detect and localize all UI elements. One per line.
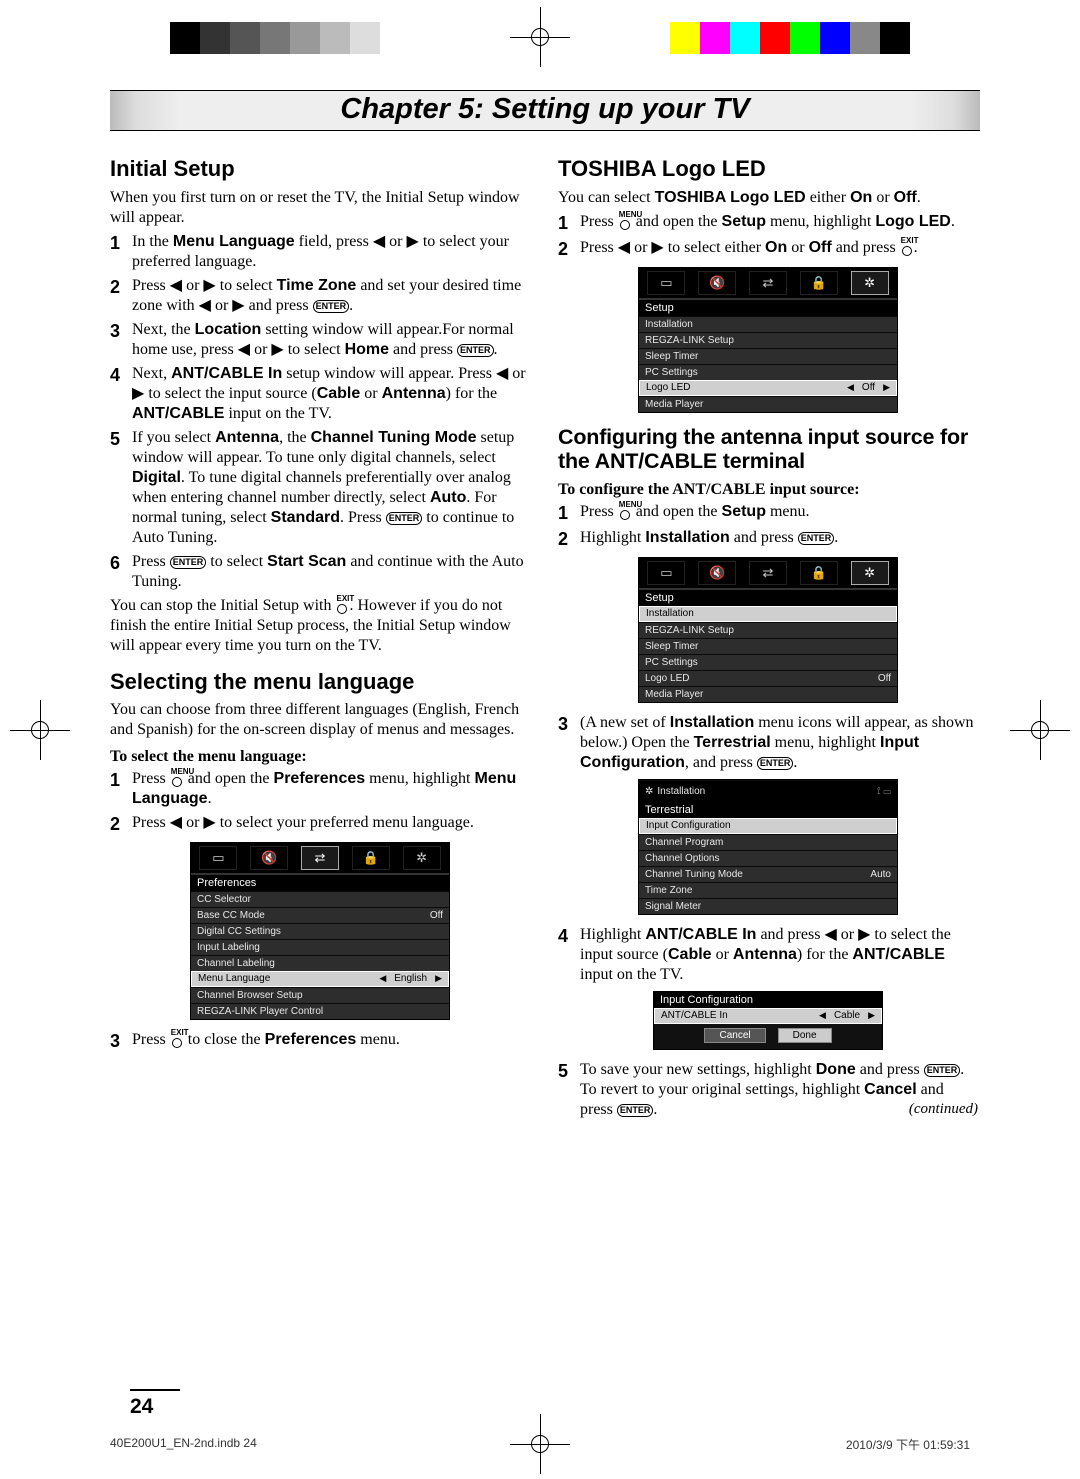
antenna-step-3: 3(A new set of Installation menu icons w… <box>558 713 978 773</box>
initial-setup-intro: When you first turn on or reset the TV, … <box>110 188 530 228</box>
heading-logo-led: TOSHIBA Logo LED <box>558 157 978 182</box>
enter-icon: ENTER <box>924 1064 961 1077</box>
chapter-title: Chapter 5: Setting up your TV <box>340 93 749 125</box>
footer-file: 40E200U1_EN-2nd.indb 24 <box>110 1436 257 1453</box>
page-number: 24 <box>130 1389 180 1419</box>
color-calibration-bar <box>0 18 1080 58</box>
footer: 40E200U1_EN-2nd.indb 24 2010/3/9 下午 01:5… <box>110 1436 970 1453</box>
footer-timestamp: 2010/3/9 下午 01:59:31 <box>846 1436 970 1453</box>
heading-menu-language: Selecting the menu language <box>110 670 530 695</box>
enter-icon: ENTER <box>170 556 207 569</box>
menu-icon: MENU <box>170 769 184 787</box>
continued-label: (continued) <box>909 1100 978 1119</box>
sub-select-menu-language: To select the menu language: <box>110 748 530 766</box>
enter-icon: ENTER <box>798 532 835 545</box>
enter-icon: ENTER <box>313 300 350 313</box>
osd-input-configuration: Input ConfigurationANT/CABLE In◀Cable▶Ca… <box>653 991 883 1050</box>
exit-icon: EXIT <box>335 596 349 614</box>
menu-icon: MENU <box>618 212 632 230</box>
enter-icon: ENTER <box>617 1104 654 1117</box>
osd-preferences: ▭🔇⇄🔒✲PreferencesCC SelectorBase CC ModeO… <box>190 842 450 1020</box>
exit-icon: EXIT <box>900 238 914 256</box>
enter-icon: ENTER <box>457 344 494 357</box>
heading-initial-setup: Initial Setup <box>110 157 530 182</box>
logo-led-steps: 1Press MENU and open the Setup menu, hig… <box>558 212 978 261</box>
osd-setup-installation: ▭🔇⇄🔒✲SetupInstallationREGZA-LINK SetupSl… <box>638 557 898 703</box>
antenna-steps-1-2: 1Press MENU and open the Setup menu.2Hig… <box>558 502 978 551</box>
menu-icon: MENU <box>618 502 632 520</box>
initial-setup-steps: 1In the Menu Language field, press ◀ or … <box>110 232 530 592</box>
right-column: TOSHIBA Logo LED You can select TOSHIBA … <box>558 157 978 1124</box>
sub-antenna-config: To configure the ANT/CABLE input source: <box>558 481 978 499</box>
registration-mark-right <box>1010 700 1070 760</box>
enter-icon: ENTER <box>386 512 423 525</box>
antenna-step-5: 5To save your new settings, highlight Do… <box>558 1060 978 1120</box>
osd-installation-terrestrial: ✲ Installation⟟ ▭TerrestrialInput Config… <box>638 779 898 915</box>
initial-setup-note: You can stop the Initial Setup with EXIT… <box>110 596 530 656</box>
logo-led-intro: You can select TOSHIBA Logo LED either O… <box>558 188 978 208</box>
left-column: Initial Setup When you first turn on or … <box>110 157 530 1124</box>
enter-icon: ENTER <box>757 757 794 770</box>
registration-mark-left <box>10 700 70 760</box>
osd-setup-logo: ▭🔇⇄🔒✲SetupInstallationREGZA-LINK SetupSl… <box>638 267 898 413</box>
chapter-banner: Chapter 5: Setting up your TV <box>110 90 980 131</box>
menu-language-close-step: 3Press EXIT to close the Preferences men… <box>110 1030 530 1053</box>
menu-language-intro: You can choose from three different lang… <box>110 700 530 740</box>
menu-language-steps: 1Press MENU and open the Preferences men… <box>110 769 530 836</box>
heading-antenna-config: Configuring the antenna input source for… <box>558 425 978 473</box>
antenna-step-4: 4Highlight ANT/CABLE In and press ◀ or ▶… <box>558 925 978 985</box>
exit-icon: EXIT <box>170 1030 184 1048</box>
